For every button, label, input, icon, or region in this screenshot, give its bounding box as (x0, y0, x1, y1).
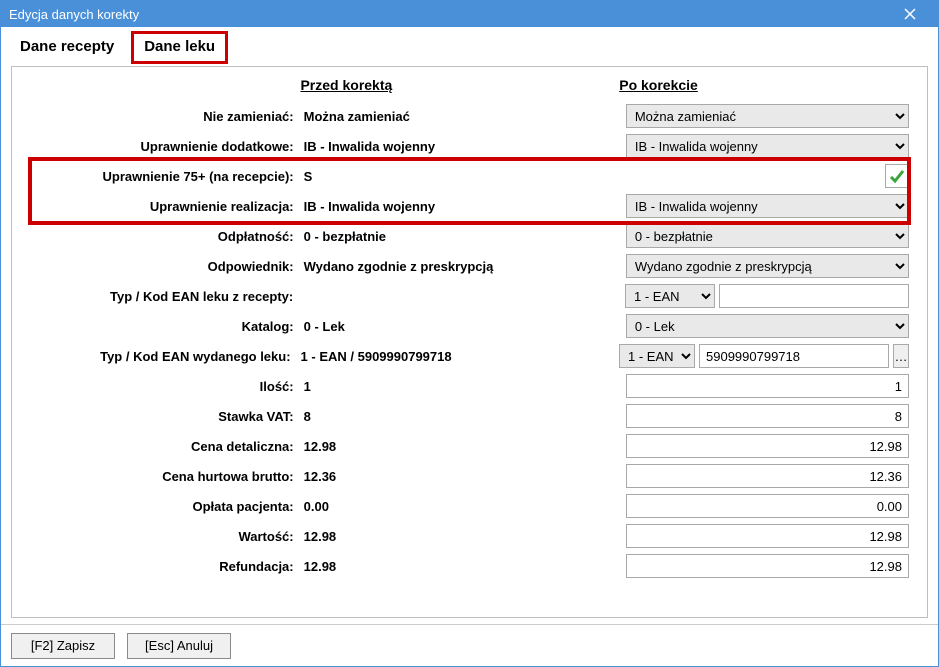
dialog-window: Edycja danych korekty Dane recepty Dane … (0, 0, 939, 667)
before-refund: 12.98 (304, 559, 597, 574)
label-ean-recipe: Typ / Kod EAN leku z recepty: (30, 289, 303, 304)
input-refund[interactable] (626, 554, 909, 578)
row-extra-right: Uprawnienie dodatkowe: IB - Inwalida woj… (30, 131, 909, 161)
select-ean-issued-type[interactable]: 1 - EAN (619, 344, 695, 368)
before-vat: 8 (304, 409, 597, 424)
close-button[interactable] (890, 1, 930, 27)
checkmark-icon (888, 167, 906, 185)
ellipsis-icon: … (895, 349, 908, 364)
label-extra-right: Uprawnienie dodatkowe: (30, 139, 304, 154)
label-payment: Odpłatność: (30, 229, 304, 244)
label-no-change: Nie zamieniać: (30, 109, 304, 124)
before-qty: 1 (304, 379, 597, 394)
select-ean-recipe-type[interactable]: 1 - EAN (625, 284, 715, 308)
browse-ean-button[interactable]: … (893, 344, 909, 368)
before-patient-fee: 0.00 (304, 499, 597, 514)
row-refund: Refundacja: 12.98 (30, 551, 909, 581)
check-right-75[interactable] (885, 164, 909, 188)
input-vat[interactable] (626, 404, 909, 428)
tab-dane-leku[interactable]: Dane leku (131, 31, 228, 64)
label-vat: Stawka VAT: (30, 409, 304, 424)
row-equivalent: Odpowiednik: Wydano zgodnie z preskrypcj… (30, 251, 909, 281)
row-no-change: Nie zamieniać: Można zamieniać Można zam… (30, 101, 909, 131)
row-value: Wartość: 12.98 (30, 521, 909, 551)
before-wholesale: 12.36 (304, 469, 597, 484)
input-wholesale[interactable] (626, 464, 909, 488)
highlight-group: Uprawnienie 75+ (na recepcie): S Uprawni… (30, 159, 909, 223)
before-extra-right: IB - Inwalida wojenny (304, 139, 597, 154)
cancel-button[interactable]: [Esc] Anuluj (127, 633, 231, 659)
before-ean-issued: 1 - EAN / 5909990799718 (301, 349, 591, 364)
titlebar: Edycja danych korekty (1, 1, 938, 27)
row-wholesale: Cena hurtowa brutto: 12.36 (30, 461, 909, 491)
before-payment: 0 - bezpłatnie (304, 229, 597, 244)
before-equivalent: Wydano zgodnie z preskrypcją (304, 259, 597, 274)
label-ean-issued: Typ / Kod EAN wydanego leku: (30, 349, 301, 364)
label-retail: Cena detaliczna: (30, 439, 304, 454)
input-retail[interactable] (626, 434, 909, 458)
before-value: 12.98 (304, 529, 597, 544)
before-no-change: Można zamieniać (304, 109, 597, 124)
row-retail: Cena detaliczna: 12.98 (30, 431, 909, 461)
row-right-75: Uprawnienie 75+ (na recepcie): S (30, 161, 909, 191)
input-patient-fee[interactable] (626, 494, 909, 518)
row-right-real: Uprawnienie realizacja: IB - Inwalida wo… (30, 191, 909, 221)
before-retail: 12.98 (304, 439, 597, 454)
before-right-real: IB - Inwalida wojenny (304, 199, 597, 214)
row-ean-issued: Typ / Kod EAN wydanego leku: 1 - EAN / 5… (30, 341, 909, 371)
label-equivalent: Odpowiednik: (30, 259, 304, 274)
row-patient-fee: Opłata pacjenta: 0.00 (30, 491, 909, 521)
footer: [F2] Zapisz [Esc] Anuluj (1, 624, 938, 666)
label-wholesale: Cena hurtowa brutto: (30, 469, 304, 484)
select-extra-right[interactable]: IB - Inwalida wojenny (626, 134, 909, 158)
before-catalog: 0 - Lek (304, 319, 597, 334)
save-button[interactable]: [F2] Zapisz (11, 633, 115, 659)
row-catalog: Katalog: 0 - Lek 0 - Lek (30, 311, 909, 341)
input-qty[interactable] (626, 374, 909, 398)
label-right-real: Uprawnienie realizacja: (30, 199, 304, 214)
label-right-75: Uprawnienie 75+ (na recepcie): (30, 169, 304, 184)
tab-strip: Dane recepty Dane leku (1, 27, 938, 64)
tab-dane-recepty[interactable]: Dane recepty (7, 31, 127, 64)
row-payment: Odpłatność: 0 - bezpłatnie 0 - bezpłatni… (30, 221, 909, 251)
label-catalog: Katalog: (30, 319, 304, 334)
before-right-75: S (304, 169, 597, 184)
input-value[interactable] (626, 524, 909, 548)
column-headers: Przed korektą Po korekcie (30, 77, 909, 93)
select-right-real[interactable]: IB - Inwalida wojenny (626, 194, 909, 218)
input-ean-recipe-code[interactable] (719, 284, 909, 308)
header-after: Po korekcie (619, 77, 909, 93)
select-payment[interactable]: 0 - bezpłatnie (626, 224, 909, 248)
row-vat: Stawka VAT: 8 (30, 401, 909, 431)
label-refund: Refundacja: (30, 559, 304, 574)
select-no-change[interactable]: Można zamieniać (626, 104, 909, 128)
form-panel: Przed korektą Po korekcie Nie zamieniać:… (11, 66, 928, 618)
label-value: Wartość: (30, 529, 304, 544)
select-catalog[interactable]: 0 - Lek (626, 314, 909, 338)
label-qty: Ilość: (30, 379, 304, 394)
select-equivalent[interactable]: Wydano zgodnie z preskrypcją (626, 254, 909, 278)
label-patient-fee: Opłata pacjenta: (30, 499, 304, 514)
header-before: Przed korektą (300, 77, 590, 93)
row-qty: Ilość: 1 (30, 371, 909, 401)
row-ean-recipe: Typ / Kod EAN leku z recepty: 1 - EAN (30, 281, 909, 311)
input-ean-issued-code[interactable] (699, 344, 889, 368)
window-title: Edycja danych korekty (9, 7, 139, 22)
